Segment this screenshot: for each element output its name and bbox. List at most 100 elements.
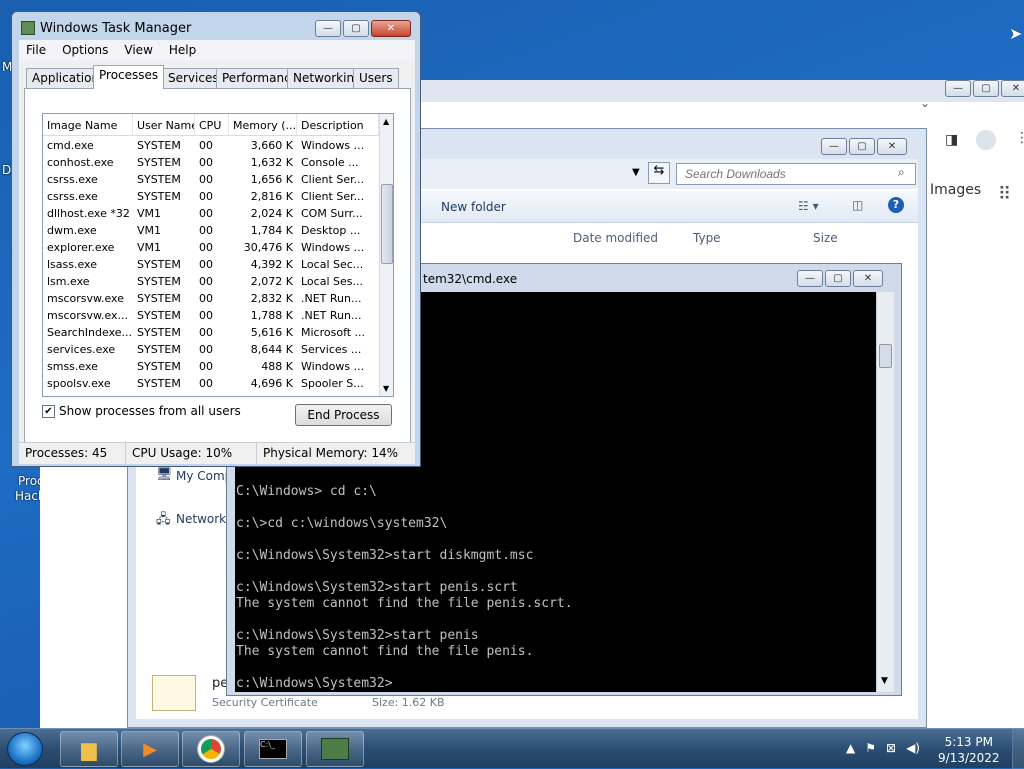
- table-row[interactable]: explorer.exe VM1 00 30,476 K Windows ...: [43, 240, 379, 257]
- table-row[interactable]: conhost.exe SYSTEM 00 1,632 K Console ...: [43, 155, 379, 172]
- table-row[interactable]: cmd.exe SYSTEM 00 3,660 K Windows ...: [43, 138, 379, 155]
- table-row[interactable]: dwm.exe VM1 00 1,784 K Desktop ...: [43, 223, 379, 240]
- table-cell: SYSTEM: [137, 190, 181, 203]
- apps-grid-icon[interactable]: ⠿: [998, 184, 1011, 205]
- table-cell: spoolsv.exe: [47, 377, 111, 390]
- table-row[interactable]: spoolsv.exe SYSTEM 00 4,696 K Spooler S...: [43, 376, 379, 393]
- table-row[interactable]: lsass.exe SYSTEM 00 4,392 K Local Sec...: [43, 257, 379, 274]
- console-line: c:\Windows\System32>start diskmgmt.msc: [236, 548, 534, 563]
- maximize-icon[interactable]: ▢: [973, 80, 999, 97]
- table-cell: Local Sec...: [301, 258, 364, 271]
- taskbar-explorer[interactable]: ▆: [60, 731, 118, 767]
- chevron-down-icon[interactable]: ⌄: [920, 96, 930, 110]
- table-row[interactable]: services.exe SYSTEM 00 8,644 K Services ...: [43, 342, 379, 359]
- maximize-icon[interactable]: ▢: [343, 20, 369, 37]
- table-row[interactable]: csrss.exe SYSTEM 00 1,656 K Client Ser...: [43, 172, 379, 189]
- table-cell: SearchIndexe...: [47, 326, 132, 339]
- address-dropdown-icon[interactable]: ▼: [632, 167, 640, 178]
- table-cell: 3,660 K: [250, 139, 293, 152]
- maximize-icon[interactable]: ▢: [849, 138, 875, 155]
- tab-processes[interactable]: Processes: [93, 65, 165, 89]
- scroll-down-icon[interactable]: ▼: [383, 384, 389, 393]
- help-icon[interactable]: ?: [888, 197, 904, 213]
- minimize-icon[interactable]: —: [797, 270, 823, 287]
- taskbar-media-player[interactable]: ▶: [121, 731, 179, 767]
- scroll-down-icon[interactable]: ▼: [881, 676, 888, 686]
- console-scrollbar[interactable]: ▼: [876, 292, 894, 692]
- checkbox-checked-icon[interactable]: ✔: [42, 404, 55, 418]
- tray-flag-icon[interactable]: ⚑: [865, 741, 876, 755]
- table-cell: 1,784 K: [250, 224, 293, 237]
- menu-help[interactable]: Help: [169, 43, 196, 57]
- more-vert-icon[interactable]: ⋮: [1015, 130, 1024, 146]
- table-cell: 00: [199, 173, 213, 186]
- menu-view[interactable]: View: [124, 43, 152, 57]
- table-cell: csrss.exe: [47, 190, 98, 203]
- menu-options[interactable]: Options: [62, 43, 108, 57]
- table-cell: Client Ser...: [301, 190, 365, 203]
- avatar[interactable]: [976, 130, 996, 150]
- sidebar-item-my-computer[interactable]: My Comp: [176, 469, 232, 483]
- table-row[interactable]: SearchIndexe... SYSTEM 00 5,616 K Microsoft …: [43, 325, 379, 342]
- scroll-thumb[interactable]: [879, 344, 892, 368]
- start-button[interactable]: [7, 732, 43, 766]
- maximize-icon[interactable]: ▢: [825, 270, 851, 287]
- refresh-icon[interactable]: ⇆: [648, 162, 670, 184]
- table-cell: Console ...: [301, 156, 359, 169]
- images-link[interactable]: Images: [930, 182, 981, 198]
- close-icon[interactable]: ✕: [853, 270, 883, 287]
- sidebar-item-network[interactable]: Network: [176, 512, 226, 526]
- tray-volume-icon[interactable]: ◀): [906, 741, 920, 755]
- table-cell: 30,476 K: [243, 241, 293, 254]
- show-desktop-button[interactable]: [1012, 729, 1024, 769]
- column-date-modified[interactable]: Date modified: [573, 231, 658, 245]
- column-description[interactable]: Description: [297, 114, 379, 135]
- taskbar-cmd[interactable]: C:\_: [244, 731, 302, 767]
- table-row[interactable]: smss.exe SYSTEM 00 488 K Windows ...: [43, 359, 379, 376]
- menu-file[interactable]: File: [26, 43, 46, 57]
- table-row[interactable]: lsm.exe SYSTEM 00 2,072 K Local Ses...: [43, 274, 379, 291]
- table-row[interactable]: csrss.exe SYSTEM 00 2,816 K Client Ser...: [43, 189, 379, 206]
- clock[interactable]: 5:13 PM 9/13/2022: [938, 734, 1000, 766]
- scroll-thumb[interactable]: [381, 184, 393, 264]
- folder-icon: ▆: [81, 737, 97, 761]
- table-cell: 2,024 K: [250, 207, 293, 220]
- end-process-button[interactable]: End Process: [295, 404, 392, 426]
- tray-network-icon[interactable]: ⊠: [886, 741, 896, 755]
- column-image-name[interactable]: Image Name: [43, 114, 133, 135]
- column-user-name[interactable]: User Name: [133, 114, 195, 135]
- minimize-icon[interactable]: —: [945, 80, 971, 97]
- table-cell: SYSTEM: [137, 156, 181, 169]
- close-icon[interactable]: ✕: [371, 20, 411, 37]
- minimize-icon[interactable]: —: [315, 20, 341, 37]
- process-list-scrollbar[interactable]: ▲ ▼: [379, 114, 393, 396]
- table-row[interactable]: dllhost.exe *32 VM1 00 2,024 K COM Surr...: [43, 206, 379, 223]
- column-memory[interactable]: Memory (...: [229, 114, 297, 135]
- minimize-icon[interactable]: —: [821, 138, 847, 155]
- column-type[interactable]: Type: [693, 231, 721, 245]
- scroll-up-icon[interactable]: ▲: [383, 117, 389, 126]
- search-icon[interactable]: ⌕: [898, 165, 905, 180]
- table-cell: SYSTEM: [137, 139, 181, 152]
- column-cpu[interactable]: CPU: [195, 114, 229, 135]
- table-row[interactable]: mscorsvw.ex... SYSTEM 00 1,788 K .NET Run...: [43, 308, 379, 325]
- close-icon[interactable]: ✕: [877, 138, 907, 155]
- side-panel-icon[interactable]: ◨: [945, 132, 958, 148]
- preview-pane-icon[interactable]: ◫: [852, 198, 863, 212]
- process-list[interactable]: Image Name User Name CPU Memory (... Des…: [42, 113, 394, 397]
- new-folder-button[interactable]: New folder: [441, 200, 506, 214]
- table-row[interactable]: mscorsvw.exe SYSTEM 00 2,832 K .NET Run...: [43, 291, 379, 308]
- taskbar-chrome[interactable]: [182, 731, 240, 767]
- taskbar-task-manager[interactable]: [306, 731, 364, 767]
- view-options-icon[interactable]: ☷ ▾: [798, 199, 819, 213]
- show-all-users-row[interactable]: ✔ Show processes from all users: [42, 404, 241, 418]
- table-cell: SYSTEM: [137, 258, 181, 271]
- close-icon[interactable]: ✕: [1001, 80, 1024, 97]
- column-size[interactable]: Size: [813, 231, 838, 245]
- tray-expand-icon[interactable]: ▲: [846, 741, 855, 755]
- tab-users[interactable]: Users: [353, 68, 399, 88]
- search-input[interactable]: [676, 163, 916, 185]
- network-icon: 🖧: [156, 512, 171, 527]
- console-line: c:\Windows\System32>: [236, 676, 393, 691]
- table-cell: cmd.exe: [47, 139, 94, 152]
